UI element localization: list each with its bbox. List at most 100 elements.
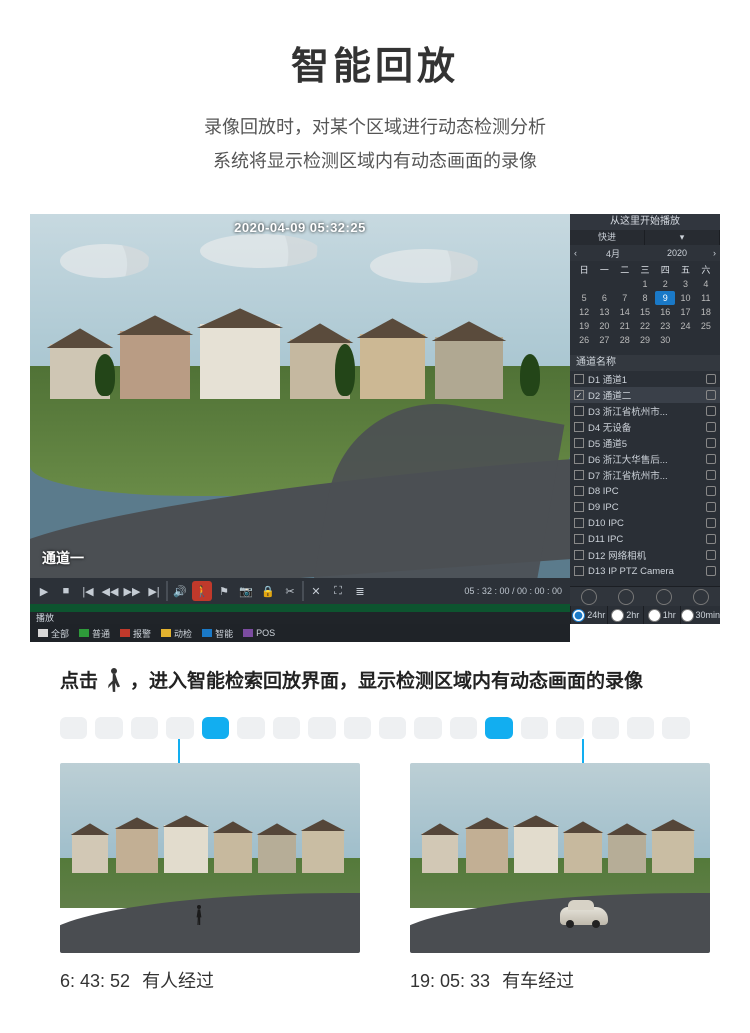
calendar-day[interactable]: 22 bbox=[635, 319, 655, 333]
channel-row[interactable]: D13 IP PTZ Camera bbox=[570, 563, 720, 579]
prev-frame-button[interactable]: |◀ bbox=[78, 581, 98, 601]
channel-checkbox[interactable] bbox=[574, 422, 584, 432]
tag-button[interactable]: ⚑ bbox=[214, 581, 234, 601]
timeline-segment[interactable] bbox=[414, 717, 441, 739]
calendar-year-label[interactable]: 2020 bbox=[645, 248, 709, 258]
calendar-day[interactable]: 11 bbox=[696, 291, 716, 305]
channel-row[interactable]: D10 IPC bbox=[570, 515, 720, 531]
stop-button[interactable]: ■ bbox=[56, 581, 76, 601]
calendar-day[interactable]: 2 bbox=[655, 277, 675, 291]
channel-checkbox[interactable] bbox=[574, 550, 584, 560]
channel-checkbox[interactable] bbox=[574, 502, 584, 512]
calendar-day[interactable]: 16 bbox=[655, 305, 675, 319]
calendar-day[interactable]: 10 bbox=[675, 291, 695, 305]
channel-camera-icon[interactable] bbox=[706, 566, 716, 576]
calendar-day[interactable]: 8 bbox=[635, 291, 655, 305]
timeline-segment[interactable] bbox=[521, 717, 548, 739]
channel-checkbox[interactable] bbox=[574, 486, 584, 496]
timeline-segment[interactable] bbox=[379, 717, 406, 739]
range-2hr[interactable]: 2hr bbox=[607, 606, 644, 624]
channel-row[interactable]: D3 浙江省杭州市... bbox=[570, 403, 720, 419]
channel-row[interactable]: D11 IPC bbox=[570, 531, 720, 547]
volume-button[interactable]: 🔊 bbox=[170, 581, 190, 601]
channel-camera-icon[interactable] bbox=[706, 486, 716, 496]
calendar-month-label[interactable]: 4月 bbox=[581, 247, 645, 260]
range-1hr[interactable]: 1hr bbox=[643, 606, 680, 624]
channel-camera-icon[interactable] bbox=[706, 406, 716, 416]
legend-alarm[interactable]: 报警 bbox=[120, 627, 151, 640]
next-frame-button[interactable]: ▶| bbox=[144, 581, 164, 601]
calendar-day[interactable]: 24 bbox=[675, 319, 695, 333]
snapshot-button[interactable]: 📷 bbox=[236, 581, 256, 601]
channel-camera-icon[interactable] bbox=[706, 534, 716, 544]
channel-checkbox[interactable] bbox=[574, 454, 584, 464]
timeline-segment[interactable] bbox=[60, 717, 87, 739]
playback-timeline[interactable] bbox=[30, 604, 570, 612]
tool-circle-icon[interactable] bbox=[618, 589, 634, 605]
channel-row[interactable]: D4 无设备 bbox=[570, 419, 720, 435]
timeline-segment[interactable] bbox=[166, 717, 193, 739]
tool-tag-icon[interactable] bbox=[656, 589, 672, 605]
channel-camera-icon[interactable] bbox=[706, 422, 716, 432]
timeline-segment[interactable] bbox=[237, 717, 264, 739]
legend-normal[interactable]: 普通 bbox=[79, 627, 110, 640]
side-panel-tab-dropdown[interactable]: ▾ bbox=[645, 230, 720, 245]
legend-all[interactable]: 全部 bbox=[38, 627, 69, 640]
calendar-day[interactable]: 3 bbox=[675, 277, 695, 291]
legend-motion[interactable]: 动检 bbox=[161, 627, 192, 640]
range-24hr[interactable]: 24hr bbox=[570, 606, 607, 624]
calendar-next-month[interactable]: › bbox=[709, 248, 720, 258]
clip-button[interactable]: ✂ bbox=[280, 581, 300, 601]
legend-pos[interactable]: POS bbox=[243, 628, 275, 638]
timeline-segment[interactable] bbox=[450, 717, 477, 739]
timeline-segment[interactable] bbox=[344, 717, 371, 739]
thumbnail-2-image[interactable] bbox=[410, 763, 710, 953]
rewind-button[interactable]: ◀◀ bbox=[100, 581, 120, 601]
play-button[interactable]: ▶ bbox=[34, 581, 54, 601]
channel-camera-icon[interactable] bbox=[706, 438, 716, 448]
calendar-day[interactable]: 13 bbox=[594, 305, 614, 319]
timeline-segment[interactable] bbox=[592, 717, 619, 739]
channel-row[interactable]: D7 浙江省杭州市... bbox=[570, 467, 720, 483]
channel-row[interactable]: D8 IPC bbox=[570, 483, 720, 499]
calendar-day[interactable]: 5 bbox=[574, 291, 594, 305]
channel-checkbox[interactable] bbox=[574, 438, 584, 448]
channel-row[interactable]: D12 网络相机 bbox=[570, 547, 720, 563]
channel-row[interactable]: D9 IPC bbox=[570, 499, 720, 515]
timeline-segment[interactable] bbox=[95, 717, 122, 739]
side-panel-tab-fast[interactable]: 快进 bbox=[570, 230, 645, 245]
calendar-day[interactable]: 6 bbox=[594, 291, 614, 305]
channel-camera-icon[interactable] bbox=[706, 470, 716, 480]
timeline-segment[interactable] bbox=[131, 717, 158, 739]
calendar-day[interactable]: 9 bbox=[655, 291, 675, 305]
calendar-day[interactable]: 25 bbox=[696, 319, 716, 333]
calendar-day[interactable]: 18 bbox=[696, 305, 716, 319]
smart-search-button[interactable]: 🚶 bbox=[192, 581, 212, 601]
timeline-segment[interactable] bbox=[485, 717, 512, 739]
channel-camera-icon[interactable] bbox=[706, 550, 716, 560]
calendar-day[interactable]: 28 bbox=[615, 333, 635, 347]
calendar-day[interactable]: 17 bbox=[675, 305, 695, 319]
calendar-day[interactable]: 1 bbox=[635, 277, 655, 291]
channel-checkbox[interactable] bbox=[574, 374, 584, 384]
channel-checkbox[interactable] bbox=[574, 470, 584, 480]
calendar-prev-month[interactable]: ‹ bbox=[570, 248, 581, 258]
lock-button[interactable]: 🔒 bbox=[258, 581, 278, 601]
calendar-day[interactable]: 19 bbox=[574, 319, 594, 333]
channel-row[interactable]: D6 浙江大华售后... bbox=[570, 451, 720, 467]
timeline-segment[interactable] bbox=[662, 717, 689, 739]
thumbnail-1-image[interactable] bbox=[60, 763, 360, 953]
channel-camera-icon[interactable] bbox=[706, 374, 716, 384]
channel-checkbox[interactable] bbox=[574, 534, 584, 544]
calendar-day[interactable]: 15 bbox=[635, 305, 655, 319]
channel-row[interactable]: ✓D2 通道二 bbox=[570, 387, 720, 403]
calendar-day[interactable]: 20 bbox=[594, 319, 614, 333]
tool-eye-icon[interactable] bbox=[581, 589, 597, 605]
timeline-segment[interactable] bbox=[202, 717, 229, 739]
legend-smart[interactable]: 智能 bbox=[202, 627, 233, 640]
channel-camera-icon[interactable] bbox=[706, 502, 716, 512]
timeline-segment[interactable] bbox=[273, 717, 300, 739]
channel-checkbox[interactable] bbox=[574, 518, 584, 528]
calendar-day[interactable]: 21 bbox=[615, 319, 635, 333]
calendar-day[interactable]: 27 bbox=[594, 333, 614, 347]
